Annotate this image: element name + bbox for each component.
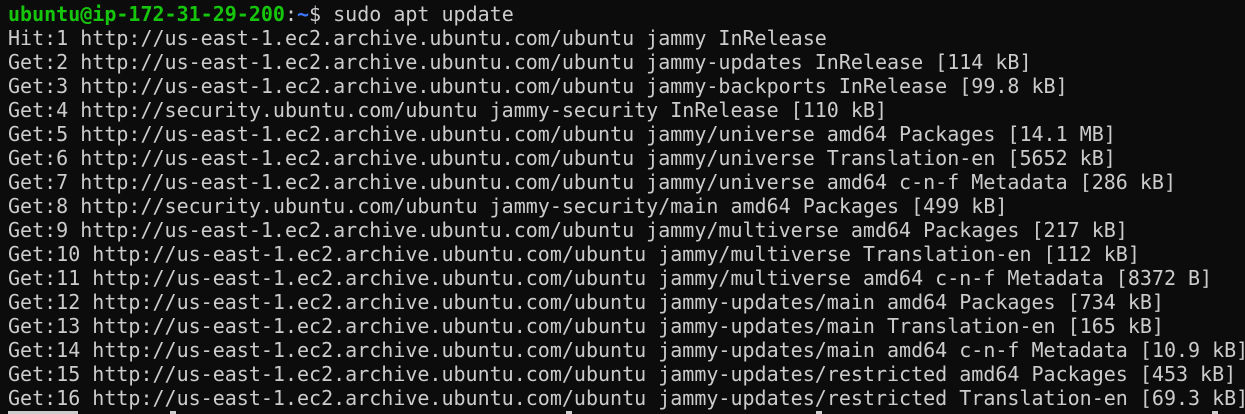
command-text: sudo apt update: [321, 2, 514, 26]
output-line: Get:9 http://us-east-1.ec2.archive.ubunt…: [8, 218, 1128, 242]
output-line: Get:14 http://us-east-1.ec2.archive.ubun…: [8, 338, 1245, 362]
output-line: Get:15 http://us-east-1.ec2.archive.ubun…: [8, 362, 1237, 386]
output-line: Get:4 http://security.ubuntu.com/ubuntu …: [8, 98, 887, 122]
output-line: Get:7 http://us-east-1.ec2.archive.ubunt…: [8, 170, 1176, 194]
prompt-separator: :: [284, 2, 297, 26]
output-line: Get:12 http://us-east-1.ec2.archive.ubun…: [8, 290, 1164, 314]
output-line: Get:2 http://us-east-1.ec2.archive.ubunt…: [8, 50, 1032, 74]
prompt-line: ubuntu@ip-172-31-29-200:~$ sudo apt upda…: [8, 2, 1245, 26]
prompt-dollar: $: [309, 2, 322, 26]
terminal-window[interactable]: ubuntu@ip-172-31-29-200:~$ sudo apt upda…: [0, 0, 1245, 414]
output-line: Get:10 http://us-east-1.ec2.archive.ubun…: [8, 242, 1140, 266]
output-line: Get:5 http://us-east-1.ec2.archive.ubunt…: [8, 122, 1116, 146]
output-line: Get:13 http://us-east-1.ec2.archive.ubun…: [8, 314, 1164, 338]
output-line: Get:6 http://us-east-1.ec2.archive.ubunt…: [8, 146, 1116, 170]
output-line: Get:8 http://security.ubuntu.com/ubuntu …: [8, 194, 1008, 218]
output-line: Get:16 http://us-east-1.ec2.archive.ubun…: [8, 386, 1245, 410]
output-line: Get:11 http://us-east-1.ec2.archive.ubun…: [8, 266, 1213, 290]
output-line: Hit:1 http://us-east-1.ec2.archive.ubunt…: [8, 26, 827, 50]
output-line: Get:3 http://us-east-1.ec2.archive.ubunt…: [8, 74, 1068, 98]
terminal-output: ubuntu@ip-172-31-29-200:~$ sudo apt upda…: [8, 2, 1245, 410]
prompt-user-host: ubuntu@ip-172-31-29-200: [8, 2, 285, 26]
prompt-path: ~: [297, 2, 310, 26]
